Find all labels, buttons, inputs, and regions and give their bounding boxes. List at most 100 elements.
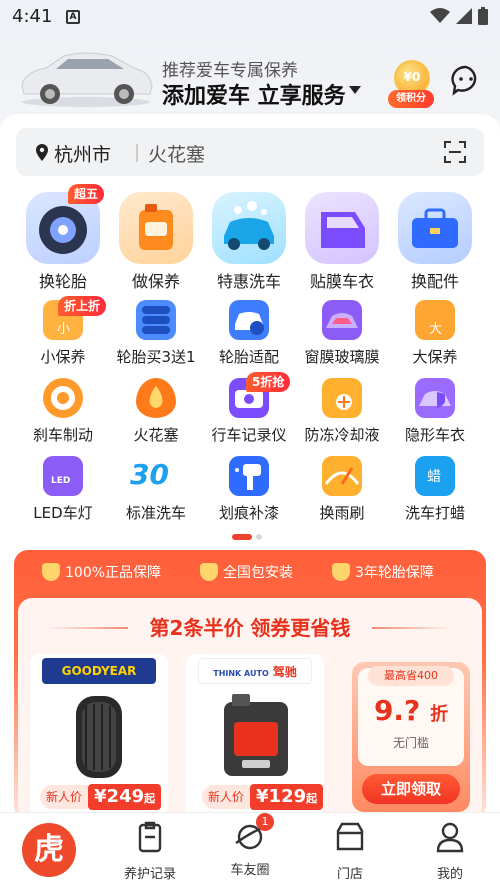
system-indicators [430, 7, 488, 25]
scan-icon[interactable] [444, 141, 466, 163]
coupon-body: 最高省400 9.? 折 无门槛 [358, 666, 464, 766]
search-bar[interactable]: 杭州市 火花塞 [16, 128, 484, 176]
brand-name: 驾驰 [272, 665, 297, 679]
notification-badge: 1 [256, 813, 274, 831]
tab-community[interactable]: 1 车友圈 [210, 813, 290, 878]
planet-icon-wrap: 1 [232, 813, 274, 855]
pager-dot-active [232, 534, 252, 540]
shield-car-icon [415, 378, 455, 418]
service-label: 大保养 [412, 348, 458, 366]
promo-panel: 第2条半价 领券更省钱 GOODYEAR 新人价 ¥249起 THINK AUT… [18, 598, 482, 820]
coupon-card[interactable]: 最高省400 9.? 折 无门槛 立即领取 [352, 662, 470, 812]
main-card: 杭州市 火花塞 超五 换轮胎 做保养 特惠洗车 贴膜车衣 换配件 小 折上折 小… [0, 114, 500, 820]
tab-label: 车友圈 [230, 863, 270, 878]
location-pin-icon [36, 144, 48, 161]
wrench-badge-icon [200, 563, 218, 581]
store-icon [336, 822, 364, 851]
icon-text: 大 [429, 322, 443, 337]
led-light-icon: LED [43, 456, 83, 496]
price-value: ¥249起 [88, 784, 162, 810]
price-unit: 起 [144, 792, 156, 805]
clipboard-icon [138, 821, 162, 853]
coin-value: ¥0 [403, 70, 421, 84]
coolant-icon [322, 378, 362, 418]
title-decoration [372, 627, 452, 629]
points-label: 领积分 [388, 90, 434, 108]
flame-icon [136, 378, 176, 418]
major-oil-icon: 大 [415, 300, 455, 340]
service-label: 换配件 [410, 272, 459, 291]
medal-icon [332, 563, 350, 581]
battery-icon [478, 7, 488, 25]
points-button[interactable]: ¥0 领积分 [388, 60, 434, 120]
user-icon [436, 822, 464, 853]
spray-gun-icon [229, 456, 269, 496]
badge-half-price: 5折抢 [246, 372, 291, 392]
engine-oil-product-image [224, 694, 288, 776]
bottom-nav: 虎 养护记录 1 车友圈 门店 我的 [0, 812, 500, 888]
newcomer-label: 新人价 [202, 785, 251, 809]
icon-text: 蜡 [427, 469, 441, 485]
price-tag: 新人价 ¥249起 [40, 782, 162, 812]
city-selector[interactable]: 杭州市 [54, 140, 111, 167]
add-car-button[interactable]: 添加爱车 立享服务 [162, 78, 346, 110]
price-value: ¥129起 [250, 784, 324, 810]
coupon-amount-unit: 折 [430, 704, 449, 725]
brand-logo: GOODYEAR [42, 658, 156, 684]
guarantee-item: 全国包安装 [200, 562, 293, 582]
service-label: 洗车打蜡 [404, 504, 465, 522]
guarantee-item: 100%正品保障 [42, 562, 161, 582]
tab-stores[interactable]: 门店 [310, 819, 390, 882]
wash-30-icon: 30 [130, 456, 176, 496]
badge-zheshangzhe: 折上折 [58, 296, 107, 316]
coupon-max-save: 最高省400 [368, 666, 454, 686]
pager-dots [232, 534, 262, 540]
message-icon[interactable] [450, 64, 482, 96]
toolbox-icon [398, 192, 472, 264]
home-tab[interactable]: 虎 [22, 823, 76, 877]
wax-icon: 蜡 [415, 456, 455, 496]
badge-chaowu: 超五 [68, 184, 105, 204]
product-card-tire[interactable]: GOODYEAR 新人价 ¥249起 [30, 654, 168, 816]
status-time: 4:41 [12, 6, 53, 27]
car-wash-icon [212, 192, 286, 264]
guarantee-item: 3年轮胎保障 [332, 562, 434, 582]
tab-label: 门店 [336, 867, 363, 882]
coupon-amount-value: 9.? [373, 694, 421, 727]
price-tag: 新人价 ¥129起 [202, 782, 324, 812]
product-card-oil[interactable]: THINK AUTO 驾驰 新人价 ¥129起 [186, 654, 324, 816]
search-input[interactable]: 火花塞 [148, 140, 205, 167]
wiper-icon [322, 456, 362, 496]
icon-text: 30 [130, 458, 169, 491]
icon-text: 小 [57, 322, 71, 337]
tire-product-image [76, 696, 122, 778]
price-amount: ¥249 [94, 786, 145, 807]
header: 推荐爱车专属保养 添加爱车 立享服务 ¥0 领积分 [0, 34, 500, 120]
signal-icon [456, 8, 472, 24]
guarantee-label: 3年轮胎保障 [355, 565, 434, 581]
promo-block: 100%正品保障 全国包安装 3年轮胎保障 第2条半价 领券更省钱 GOODYE… [14, 550, 486, 820]
wifi-icon [430, 8, 450, 23]
newcomer-label: 新人价 [40, 785, 89, 809]
car-illustration-icon[interactable] [16, 44, 156, 108]
notification-icon: A [66, 10, 80, 24]
brand-logo: THINK AUTO 驾驰 [198, 658, 312, 684]
service-label: 隐形车衣 [404, 426, 465, 444]
tab-label: 我的 [436, 867, 463, 882]
car-tire-fit-icon [229, 300, 269, 340]
price-amount: ¥129 [256, 786, 307, 807]
brake-disc-icon [43, 378, 83, 418]
brand-prefix: THINK AUTO [213, 669, 269, 678]
guarantee-label: 全国包安装 [223, 565, 293, 581]
tab-profile[interactable]: 我的 [410, 819, 490, 882]
chevron-down-icon[interactable] [349, 86, 361, 94]
tab-label: 养护记录 [123, 867, 176, 882]
tire-stack-icon [136, 300, 176, 340]
coupon-condition: 无门槛 [392, 736, 429, 750]
window-film-icon [322, 300, 362, 340]
oil-can-icon [119, 192, 193, 264]
search-divider [136, 144, 138, 162]
guarantee-label: 100%正品保障 [65, 565, 162, 581]
claim-coupon-button[interactable]: 立即领取 [362, 774, 460, 804]
tab-maintenance-records[interactable]: 养护记录 [110, 819, 190, 882]
